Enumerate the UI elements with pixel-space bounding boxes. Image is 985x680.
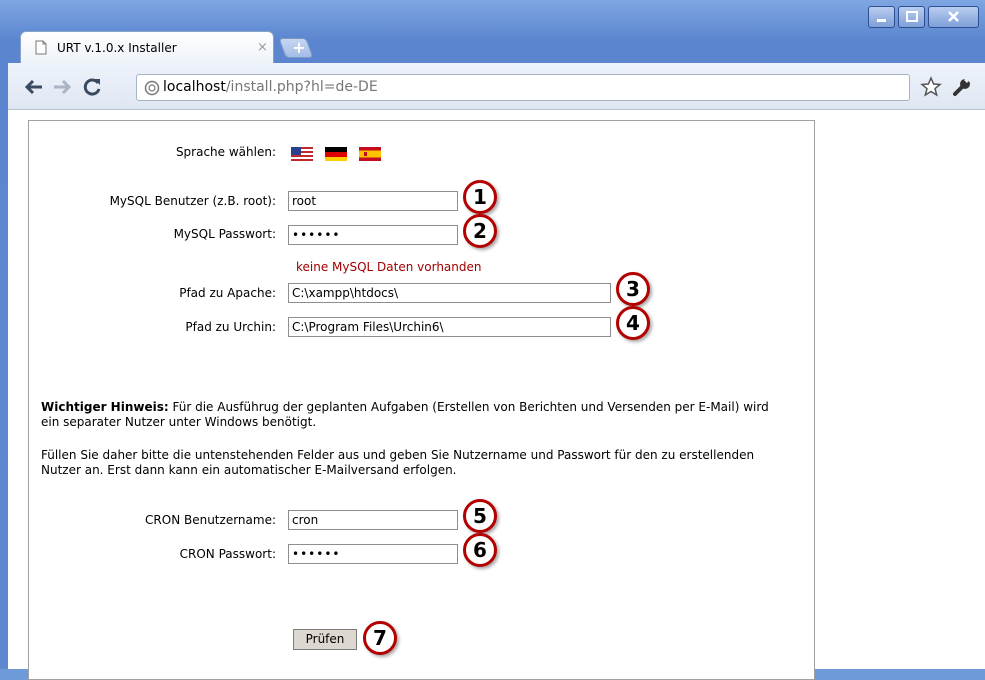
mysql-user-input[interactable]: root — [288, 191, 458, 211]
mysql-pass-label: MySQL Passwort: — [173, 227, 276, 241]
notice-paragraph-2: Füllen Sie daher bitte die untenstehende… — [41, 448, 755, 477]
marker-3: 3 — [616, 272, 650, 306]
minimize-button[interactable] — [868, 6, 895, 28]
globe-icon — [144, 80, 160, 96]
address-bar[interactable]: localhost/install.php?hl=de-DE — [136, 74, 910, 101]
notice-title: Wichtiger Hinweis: — [41, 400, 169, 414]
forward-arrow-icon[interactable] — [50, 75, 74, 99]
tab-close-icon[interactable]: × — [257, 41, 268, 54]
tab-title: URT v.1.0.x Installer — [57, 41, 177, 55]
bookmark-star-icon[interactable] — [920, 76, 942, 98]
cron-user-input[interactable]: cron — [288, 510, 458, 530]
marker-7: 7 — [363, 621, 397, 655]
reload-icon[interactable] — [80, 75, 104, 99]
plus-icon: + — [292, 38, 306, 57]
tab-installer[interactable]: URT v.1.0.x Installer × — [20, 31, 274, 63]
close-icon — [948, 11, 959, 22]
installer-form: Sprache wählen: MySQL Benutzer (z.B. roo… — [28, 120, 815, 680]
wrench-icon[interactable] — [951, 76, 973, 98]
us-flag-icon[interactable] — [291, 147, 313, 161]
error-message: keine MySQL Daten vorhanden — [296, 260, 482, 274]
minimize-icon — [877, 19, 886, 22]
submit-button[interactable]: Prüfen — [293, 629, 357, 650]
mysql-password-input[interactable]: •••••• — [288, 225, 458, 245]
page-icon — [35, 40, 47, 55]
cron-password-input[interactable]: •••••• — [288, 544, 458, 564]
maximize-icon — [906, 11, 918, 22]
marker-6: 6 — [463, 533, 497, 567]
urchin-path-input[interactable]: C:\Program Files\Urchin6\ — [288, 317, 611, 337]
language-label: Sprache wählen: — [175, 145, 276, 159]
maximize-button[interactable] — [898, 6, 925, 28]
cron-pass-label: CRON Passwort: — [179, 547, 276, 561]
browser-window: URT v.1.0.x Installer × + localhost/inst… — [0, 0, 985, 680]
marker-5: 5 — [463, 499, 497, 533]
apache-path-input[interactable]: C:\xampp\htdocs\ — [288, 283, 611, 303]
notice-paragraph: Wichtiger Hinweis: Für die Ausführug der… — [41, 400, 781, 430]
back-arrow-icon[interactable] — [22, 75, 46, 99]
marker-4: 4 — [616, 306, 650, 340]
marker-1: 1 — [463, 180, 497, 214]
close-window-button[interactable] — [928, 6, 979, 28]
cron-user-label: CRON Benutzername: — [145, 513, 276, 527]
url-text: localhost/install.php?hl=de-DE — [163, 79, 378, 95]
es-flag-icon[interactable] — [359, 147, 381, 161]
browser-toolbar: localhost/install.php?hl=de-DE — [8, 63, 985, 110]
mysql-user-label: MySQL Benutzer (z.B. root): — [109, 194, 276, 208]
page-viewport: Sprache wählen: MySQL Benutzer (z.B. roo… — [8, 110, 985, 680]
de-flag-icon[interactable] — [325, 147, 347, 161]
marker-2: 2 — [463, 214, 497, 248]
apache-path-label: Pfad zu Apache: — [179, 286, 276, 300]
urchin-path-label: Pfad zu Urchin: — [185, 320, 276, 334]
